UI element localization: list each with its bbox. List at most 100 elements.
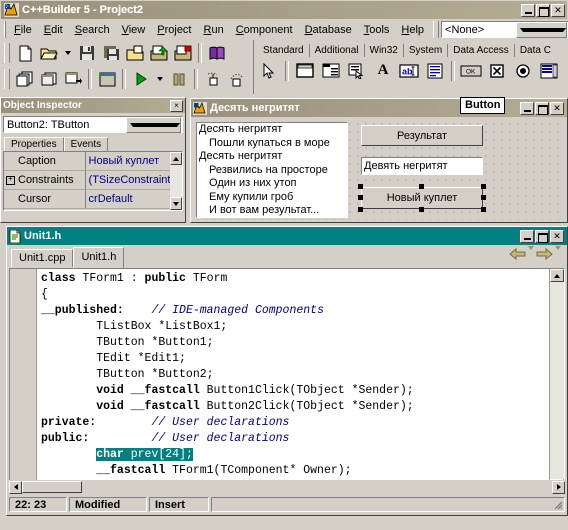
resize-handle-se[interactable] — [481, 207, 486, 212]
code-line[interactable]: __fastcall TForm1(TComponent* Owner); — [41, 463, 549, 479]
code-line[interactable]: void __fastcall Button2Click(TObject *Se… — [41, 399, 549, 415]
hscroll-thumb[interactable] — [22, 481, 82, 493]
code-line[interactable]: public: // User declarations — [41, 431, 549, 447]
code-line[interactable]: TEdit *Edit1; — [41, 351, 549, 367]
chevron-down-icon[interactable] — [125, 116, 182, 133]
menu-file[interactable]: File — [8, 22, 38, 38]
menu-component[interactable]: Component — [230, 22, 299, 38]
palette-tab-additional[interactable]: Additional — [308, 44, 364, 57]
close-icon[interactable]: ✕ — [551, 3, 565, 17]
scroll-right-icon[interactable] — [552, 480, 565, 494]
form-listbox[interactable]: Десять негритят Пошли купаться в море Де… — [196, 122, 348, 218]
form-button-new-verse[interactable]: Новый куплет — [361, 187, 483, 209]
form-button-result[interactable]: Результат — [361, 125, 483, 146]
palette-tab-system[interactable]: System — [402, 44, 447, 57]
resize-handle-s[interactable] — [419, 207, 424, 212]
toolbar2-grip[interactable] — [4, 69, 10, 89]
scroll-left-icon[interactable] — [9, 480, 22, 494]
edit-icon[interactable]: ab — [396, 59, 422, 83]
list-item[interactable]: Десять негритят — [197, 150, 347, 164]
minimize-icon[interactable] — [520, 229, 534, 243]
frames-icon[interactable] — [292, 59, 318, 83]
maximize-icon[interactable] — [536, 3, 550, 17]
scroll-down-icon[interactable] — [170, 197, 182, 210]
code-line[interactable]: class TForm1 : public TForm — [41, 271, 549, 287]
property-value-cursor[interactable]: crDefault — [85, 190, 171, 209]
code-line[interactable]: private: // User declarations — [41, 415, 549, 431]
checkbox-icon[interactable] — [484, 59, 510, 83]
view-unit-icon[interactable] — [13, 68, 37, 91]
resize-handle-ne[interactable] — [481, 184, 486, 189]
property-name-cursor[interactable]: Cursor — [4, 190, 86, 209]
resize-handle-sw[interactable] — [358, 207, 363, 212]
new-form-icon[interactable] — [95, 68, 119, 91]
code-line[interactable]: TButton *Button1; — [41, 335, 549, 351]
list-item[interactable]: Один из них утоп — [197, 177, 347, 191]
mainmenu-icon[interactable] — [318, 59, 344, 83]
resize-handle-nw[interactable] — [358, 184, 363, 189]
code-line[interactable]: TButton *Button2; — [41, 367, 549, 383]
menu-view[interactable]: View — [116, 22, 152, 38]
combo-drag-grip[interactable] — [433, 21, 440, 38]
pointer-arrow-icon[interactable] — [256, 59, 282, 83]
tab-events[interactable]: Events — [63, 137, 109, 151]
forward-arrow-icon[interactable] — [536, 247, 553, 264]
toolbar1-grip[interactable] — [4, 43, 10, 63]
object-selector-combo[interactable]: Button2: TButton — [3, 116, 183, 133]
close-icon[interactable]: × — [170, 99, 183, 112]
button-icon[interactable]: OK — [458, 59, 484, 83]
new-file-icon[interactable] — [13, 42, 37, 65]
memo-icon[interactable] — [422, 59, 448, 83]
pause-icon[interactable] — [167, 68, 191, 91]
minimize-icon[interactable] — [520, 101, 534, 115]
resize-handle-n[interactable] — [419, 184, 424, 189]
property-value-constraints[interactable]: (TSizeConstraint — [85, 171, 171, 190]
property-name-constraints[interactable]: Constraints — [4, 171, 86, 190]
resize-handle-w[interactable] — [358, 195, 363, 200]
list-item[interactable]: Десять негритят — [197, 123, 347, 137]
chevron-down-icon[interactable] — [516, 21, 568, 38]
list-item[interactable]: И вот вам результат... — [197, 204, 347, 217]
code-line[interactable]: char prev[24]; — [41, 447, 549, 463]
code-line[interactable]: { — [41, 287, 549, 303]
editor-horizontal-scrollbar[interactable] — [9, 480, 565, 494]
trace-into-icon[interactable] — [201, 68, 225, 91]
editor-text-area[interactable]: class TForm1 : public TForm{__published:… — [9, 268, 565, 493]
menu-project[interactable]: Project — [151, 22, 197, 38]
radiobutton-icon[interactable] — [510, 59, 536, 83]
add-to-project-icon[interactable] — [147, 42, 171, 65]
palette-tab-data-access[interactable]: Data Access — [447, 44, 514, 57]
save-icon[interactable] — [75, 42, 99, 65]
form-edit-field[interactable]: Девять негритят — [361, 157, 483, 175]
label-icon[interactable]: A — [370, 59, 396, 83]
back-dropdown-icon[interactable] — [528, 245, 534, 262]
close-icon[interactable]: ✕ — [550, 101, 564, 115]
open-dropdown-icon[interactable] — [61, 42, 75, 65]
scroll-up-icon[interactable] — [550, 269, 564, 282]
remove-from-project-icon[interactable] — [171, 42, 195, 65]
code-line[interactable]: TListBox *ListBox1; — [41, 319, 549, 335]
run-dropdown-icon[interactable] — [153, 68, 167, 91]
tab-properties[interactable]: Properties — [4, 137, 64, 151]
menu-edit[interactable]: Edit — [38, 22, 69, 38]
desktop-combo[interactable]: <None> — [441, 21, 568, 38]
palette-tab-win32[interactable]: Win32 — [363, 44, 403, 57]
help-book-icon[interactable] — [205, 42, 229, 65]
view-form-icon[interactable] — [37, 68, 61, 91]
forward-dropdown-icon[interactable] — [555, 245, 561, 262]
list-item[interactable]: Пошли купаться в море — [197, 137, 347, 151]
code-line[interactable]: void __fastcall Button1Click(TObject *Se… — [41, 383, 549, 399]
menu-run[interactable]: Run — [198, 22, 230, 38]
popupmenu-icon[interactable] — [344, 59, 370, 83]
tab-unit1-h[interactable]: Unit1.h — [73, 247, 125, 268]
run-icon[interactable] — [129, 68, 153, 91]
palette-tab-data-controls[interactable]: Data C — [513, 44, 556, 57]
menu-help[interactable]: Help — [395, 22, 430, 38]
property-grid-scrollbar[interactable] — [170, 152, 182, 210]
property-value-caption[interactable]: Новый куплет — [85, 152, 171, 171]
menu-search[interactable]: Search — [69, 22, 116, 38]
open-project-icon[interactable] — [123, 42, 147, 65]
close-icon[interactable]: ✕ — [550, 229, 564, 243]
listbox-icon[interactable] — [536, 59, 562, 83]
open-file-icon[interactable] — [37, 42, 61, 65]
